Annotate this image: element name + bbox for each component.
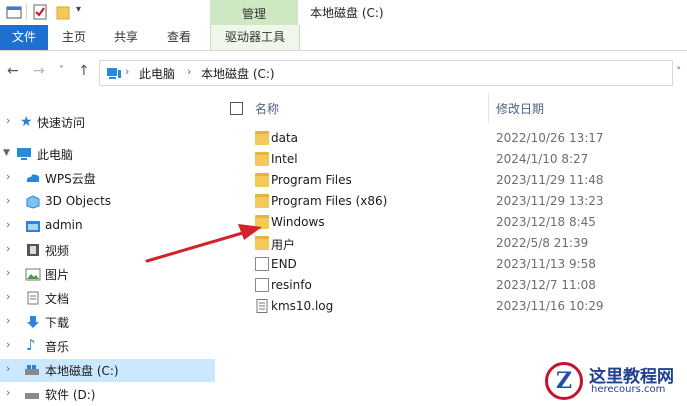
- sidebar-item-this-pc[interactable]: ▼ 此电脑: [0, 143, 215, 166]
- chevron-right-icon[interactable]: ›: [6, 338, 10, 351]
- video-icon: [27, 244, 39, 256]
- column-divider[interactable]: [488, 93, 489, 123]
- window-title: 本地磁盘 (C:): [310, 6, 384, 20]
- watermark-logo: Z: [545, 362, 583, 400]
- music-icon: ♪: [26, 336, 36, 354]
- manage-label: 管理: [241, 7, 266, 21]
- tab-share[interactable]: 共享: [104, 25, 148, 50]
- chevron-right-icon[interactable]: ›: [6, 242, 10, 255]
- sidebar-item-drive-c[interactable]: › 本地磁盘 (C:): [0, 359, 215, 382]
- back-icon[interactable]: ←: [7, 63, 19, 79]
- sidebar-item-music[interactable]: › ♪ 音乐: [0, 335, 215, 358]
- sidebar-item-downloads[interactable]: › 下载: [0, 311, 215, 334]
- divider: [26, 5, 27, 19]
- file-row-program-files-x86[interactable]: Program Files (x86) 2023/11/29 13:23: [215, 191, 687, 212]
- drive-icon: [25, 365, 39, 375]
- star-icon: ★: [20, 114, 33, 130]
- quick-access-toolbar-icon[interactable]: [6, 4, 24, 20]
- address-dropdown-icon[interactable]: ˅: [676, 65, 682, 78]
- sidebar-item-documents[interactable]: › 文档: [0, 287, 215, 310]
- forward-icon[interactable]: →: [33, 63, 45, 79]
- document-icon: [27, 291, 39, 305]
- folder-icon: [255, 215, 269, 229]
- sidebar-item-videos[interactable]: › 视频: [0, 239, 215, 262]
- address-bar[interactable]: › 此电脑 › 本地磁盘 (C:): [99, 60, 673, 86]
- chevron-down-icon[interactable]: ▼: [3, 148, 10, 158]
- column-header-date[interactable]: 修改日期: [496, 100, 544, 117]
- tab-view[interactable]: 查看: [157, 25, 201, 50]
- tab-drive-tools[interactable]: 驱动器工具: [210, 25, 300, 50]
- file-row-kms10-log[interactable]: kms10.log 2023/11/16 10:29: [215, 296, 687, 317]
- computer-icon: [17, 148, 31, 160]
- up-icon[interactable]: ↑: [78, 63, 90, 79]
- breadcrumb-separator: ›: [125, 65, 130, 78]
- file-row-resinfo[interactable]: resinfo 2023/12/7 11:08: [215, 275, 687, 296]
- folder-icon: [255, 173, 269, 187]
- folder-icon: [255, 194, 269, 208]
- file-row-data[interactable]: data 2022/10/26 13:17: [215, 128, 687, 149]
- breadcrumb-this-pc[interactable]: 此电脑: [139, 65, 175, 82]
- folder-icon: [255, 236, 269, 250]
- sidebar-item-pictures[interactable]: › 图片: [0, 263, 215, 286]
- customize-dropdown-icon[interactable]: ▾: [76, 4, 81, 15]
- watermark-url: herecours.com: [591, 384, 666, 395]
- cube-icon: [26, 195, 40, 209]
- select-all-checkbox[interactable]: [230, 102, 243, 115]
- download-icon: [27, 316, 39, 328]
- file-row-end[interactable]: END 2023/11/13 9:58: [215, 254, 687, 275]
- tab-file[interactable]: 文件: [0, 25, 48, 50]
- chevron-right-icon[interactable]: ›: [6, 194, 10, 207]
- address-row: ← → ˅ ↑ › 此电脑 › 本地磁盘 (C:) ˅: [0, 51, 687, 93]
- chevron-right-icon[interactable]: ›: [6, 290, 10, 303]
- properties-icon[interactable]: [33, 4, 47, 20]
- sidebar-item-admin[interactable]: › admin: [0, 215, 215, 238]
- chevron-right-icon[interactable]: ›: [6, 314, 10, 327]
- recent-dropdown-icon[interactable]: ˅: [59, 65, 64, 76]
- folder-icon: [255, 152, 269, 166]
- chevron-right-icon[interactable]: ›: [6, 218, 10, 231]
- file-icon: [255, 278, 269, 292]
- text-file-icon: [256, 299, 268, 313]
- picture-icon: [25, 268, 41, 281]
- sidebar-item-wps-cloud[interactable]: › WPS云盘: [0, 167, 215, 190]
- chevron-right-icon[interactable]: ›: [6, 266, 10, 279]
- chevron-right-icon[interactable]: ›: [6, 386, 10, 399]
- sidebar-item-drive-d[interactable]: › 软件 (D:): [0, 383, 215, 406]
- title-bar: ▾ 管理 本地磁盘 (C:): [0, 0, 687, 25]
- folder-icon: [26, 221, 40, 232]
- new-folder-icon[interactable]: [56, 4, 70, 20]
- chevron-right-icon[interactable]: ›: [6, 362, 10, 375]
- file-icon: [255, 257, 269, 271]
- sidebar-item-quick-access[interactable]: › ★ 快速访问: [0, 111, 215, 134]
- file-row-windows[interactable]: Windows 2023/12/18 8:45: [215, 212, 687, 233]
- ribbon-tabs: 文件 主页 共享 查看 驱动器工具: [0, 25, 687, 51]
- file-row-program-files[interactable]: Program Files 2023/11/29 11:48: [215, 170, 687, 191]
- chevron-right-icon[interactable]: ›: [6, 170, 10, 183]
- cloud-icon: [26, 174, 40, 182]
- breadcrumb-separator: ›: [187, 65, 192, 78]
- folder-icon: [255, 131, 269, 145]
- chevron-right-icon[interactable]: ›: [6, 114, 10, 127]
- watermark: Z 这里教程网 herecours.com: [543, 358, 687, 404]
- tab-manage[interactable]: 管理: [210, 0, 298, 25]
- tab-home[interactable]: 主页: [52, 25, 96, 50]
- file-row-intel[interactable]: Intel 2024/1/10 8:27: [215, 149, 687, 170]
- drive-icon: [25, 393, 39, 399]
- file-row-users[interactable]: 用户 2022/5/8 21:39: [215, 233, 687, 254]
- navigation-pane: › ★ 快速访问 ▼ 此电脑 › WPS云盘 › 3D Objects › ad…: [0, 93, 215, 404]
- pc-icon: [107, 68, 121, 79]
- column-header-name[interactable]: 名称: [255, 100, 279, 117]
- sidebar-item-3d-objects[interactable]: › 3D Objects: [0, 191, 215, 214]
- breadcrumb-drive-c[interactable]: 本地磁盘 (C:): [201, 65, 275, 82]
